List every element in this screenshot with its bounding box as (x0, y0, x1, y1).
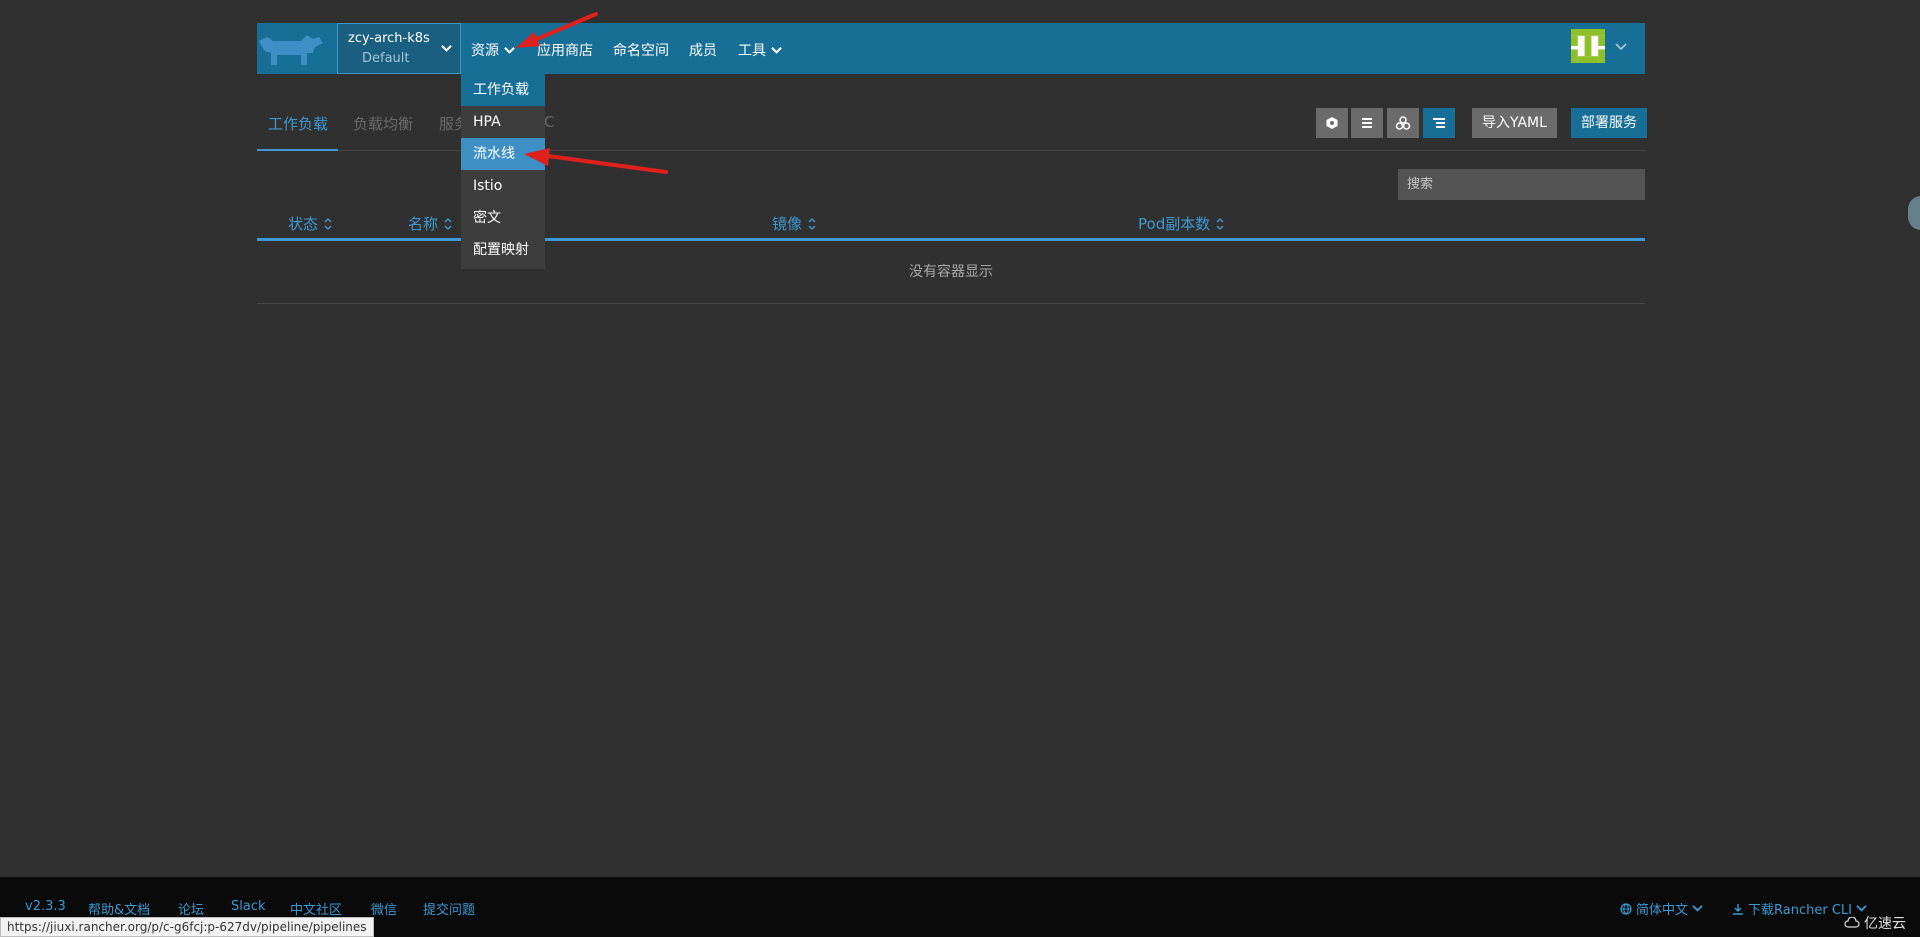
tree-list-icon (1433, 118, 1445, 128)
nav-tools[interactable]: 工具 (738, 40, 782, 60)
footer-slack-link[interactable]: Slack (231, 899, 266, 914)
footer-forum-link[interactable]: 论坛 (178, 899, 204, 918)
active-tab-indicator (257, 149, 338, 151)
avatar (1571, 29, 1605, 63)
view-list-button[interactable] (1351, 108, 1383, 138)
column-header-image[interactable]: 镜像 (772, 213, 816, 234)
watermark-text: 亿速云 (1864, 916, 1906, 932)
menu-item-workloads[interactable]: 工作负载 (461, 74, 545, 106)
nav-members[interactable]: 成员 (689, 40, 717, 60)
hexagon-icon (1326, 117, 1338, 129)
nav-namespaces[interactable]: 命名空间 (613, 40, 669, 60)
nav-resources[interactable]: 资源 (471, 40, 515, 60)
cluster-project-switcher[interactable]: zcy-arch-k8s Default (337, 23, 461, 74)
menu-item-secrets[interactable]: 密文 (461, 202, 545, 234)
footer-download-cli-label: 下载Rancher CLI (1748, 903, 1852, 918)
import-yaml-button[interactable]: 导入YAML (1472, 108, 1557, 138)
user-menu[interactable] (1571, 29, 1629, 67)
nav-resources-label: 资源 (471, 43, 499, 59)
sort-icon (444, 217, 452, 230)
column-header-image-label: 镜像 (772, 215, 803, 233)
view-tree-button[interactable] (1423, 108, 1455, 138)
footer-language-label: 简体中文 (1636, 903, 1689, 918)
download-icon (1733, 903, 1743, 915)
tab-workloads[interactable]: 工作负载 (268, 113, 328, 134)
globe-icon (1620, 902, 1632, 915)
column-header-name[interactable]: 名称 (408, 213, 452, 234)
menu-item-hpa[interactable]: HPA (461, 106, 545, 138)
cloud-logo-icon (1844, 917, 1860, 928)
column-header-pods-label: Pod副本数 (1138, 215, 1211, 233)
column-header-name-label: 名称 (408, 215, 439, 233)
footer-help-docs-link[interactable]: 帮助&文档 (88, 899, 150, 918)
top-nav-bar: zcy-arch-k8s Default 资源 应用商店 命名空间 成员 工具 (257, 23, 1645, 74)
sort-icon (324, 217, 332, 230)
footer-report-issue-link[interactable]: 提交问题 (423, 899, 475, 918)
project-name: Default (362, 51, 410, 66)
tab-load-balancing[interactable]: 负载均衡 (353, 113, 413, 134)
nav-members-label: 成员 (689, 43, 717, 59)
tab-pvc[interactable]: C (544, 113, 554, 131)
column-header-pods[interactable]: Pod副本数 (1138, 213, 1224, 234)
nav-tools-label: 工具 (738, 43, 766, 59)
chevron-down-icon (441, 45, 452, 52)
rancher-logo-icon[interactable] (257, 31, 323, 69)
deploy-button[interactable]: 部署服务 (1571, 108, 1647, 138)
view-grouped-button[interactable] (1387, 108, 1419, 138)
footer-version-link[interactable]: v2.3.3 (25, 899, 66, 914)
list-icon (1362, 118, 1372, 128)
chevron-down-icon (771, 46, 782, 54)
cluster-group-icon (1395, 116, 1411, 130)
browser-status-url: https://jiuxi.rancher.org/p/c-g6fcj:p-62… (0, 917, 374, 937)
footer-wechat-link[interactable]: 微信 (371, 899, 397, 918)
view-node-button[interactable] (1316, 108, 1348, 138)
column-header-state-label: 状态 (288, 215, 319, 233)
menu-item-config-maps[interactable]: 配置映射 (461, 234, 545, 266)
search-input[interactable] (1398, 169, 1645, 200)
side-scroll-handle[interactable] (1908, 196, 1920, 230)
annotation-arrow-icon (524, 148, 668, 174)
column-header-state[interactable]: 状态 (288, 213, 332, 234)
sort-icon (808, 217, 816, 230)
nav-namespaces-label: 命名空间 (613, 43, 669, 59)
watermark: 亿速云 (1844, 913, 1906, 933)
cluster-name: zcy-arch-k8s (348, 31, 430, 46)
sort-icon (1216, 217, 1224, 230)
annotation-arrow-icon (516, 12, 598, 48)
table-bottom-divider (257, 303, 1645, 304)
footer-cn-community-link[interactable]: 中文社区 (290, 899, 342, 918)
footer-language-selector[interactable]: 简体中文 (1620, 899, 1703, 918)
chevron-down-icon (1692, 905, 1703, 912)
chevron-down-icon (1615, 43, 1627, 51)
